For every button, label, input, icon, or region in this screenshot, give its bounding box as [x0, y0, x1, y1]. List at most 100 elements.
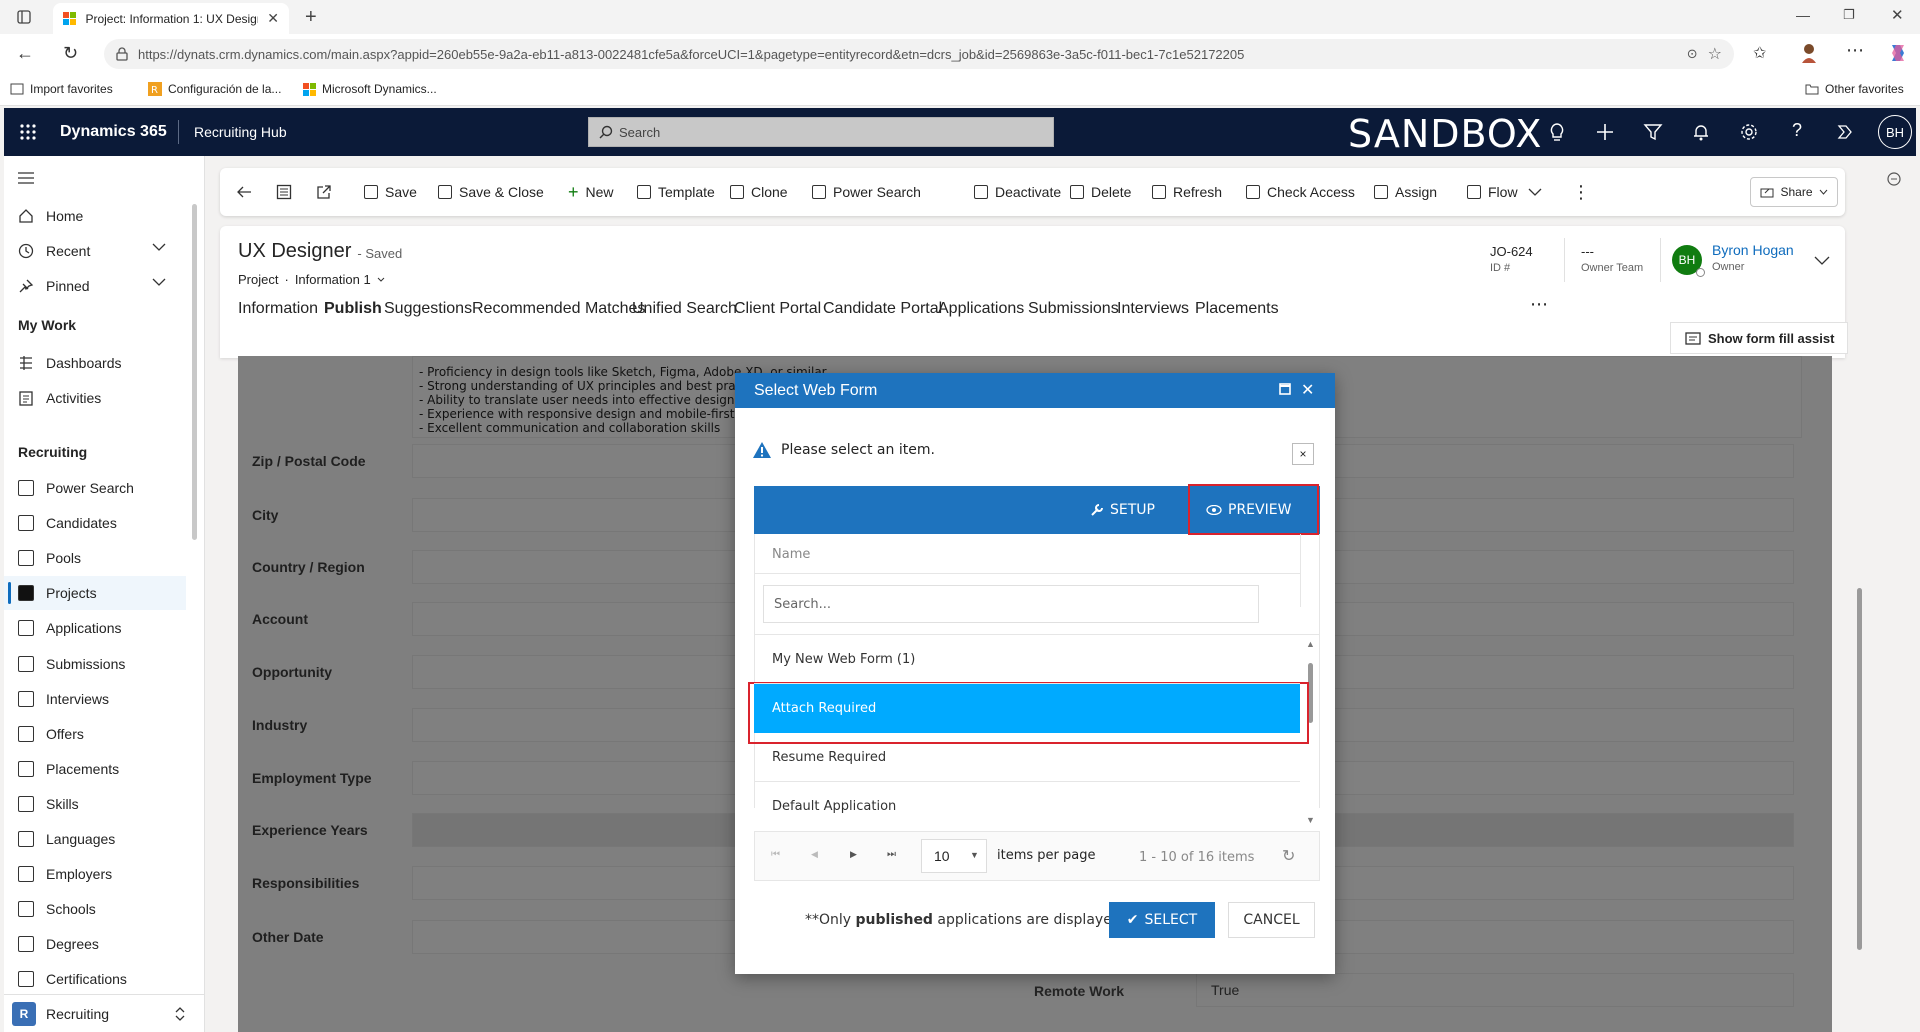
sidebar-item-skills[interactable]: Skills [4, 787, 186, 821]
favorites-icon[interactable]: ✩ [1753, 43, 1766, 63]
lightbulb-icon[interactable] [1545, 120, 1569, 144]
favorite-star-icon[interactable]: ☆ [1708, 44, 1722, 64]
next-page-icon[interactable]: ▶ [850, 849, 857, 860]
filter-icon[interactable] [1641, 120, 1665, 144]
help-icon[interactable]: ? [1785, 120, 1809, 144]
chevron-down-icon[interactable] [377, 277, 385, 283]
more-commands-icon[interactable]: ⋮ [1572, 168, 1590, 216]
tab-unified-search[interactable]: Unified Search [632, 300, 737, 318]
sidebar-item-offers[interactable]: Offers [4, 717, 186, 751]
url-box[interactable]: https://dynats.crm.dynamics.com/main.asp… [104, 39, 1734, 69]
fav-configuracion[interactable]: R Configuración de la... [148, 82, 281, 96]
share-button[interactable]: Share [1750, 177, 1838, 207]
app-name[interactable]: Dynamics 365 [60, 123, 167, 141]
sidebar-item-recent[interactable]: Recent [4, 234, 186, 268]
page-scrollbar[interactable] [1857, 588, 1862, 950]
more-tabs-icon[interactable]: ⋯ [1530, 294, 1548, 315]
chevron-down-icon[interactable] [152, 242, 166, 252]
open-new-window-button[interactable] [316, 168, 332, 216]
clone-button[interactable]: Clone [730, 168, 788, 216]
close-icon[interactable]: ✕ [1301, 380, 1314, 400]
new-button[interactable]: + New [568, 168, 614, 216]
new-tab-icon[interactable]: + [305, 6, 317, 29]
tab-recommended-matches[interactable]: Recommended Matches [472, 300, 645, 318]
sidebar-scrollbar[interactable] [192, 204, 197, 540]
deactivate-button[interactable]: Deactivate [974, 168, 1061, 216]
search-input[interactable]: Search... [763, 585, 1259, 623]
column-header-name[interactable]: Name [772, 547, 810, 562]
tab-actions-icon[interactable] [17, 10, 31, 24]
list-item[interactable]: My New Web Form (1) [754, 635, 1300, 684]
sidebar-item-degrees[interactable]: Degrees [4, 927, 186, 961]
sidebar-item-languages[interactable]: Languages [4, 822, 186, 856]
app-area[interactable]: Recruiting Hub [194, 124, 287, 140]
form-name[interactable]: Information 1 [295, 272, 371, 287]
tab-client-portal[interactable]: Client Portal [734, 300, 821, 318]
app-launcher-icon[interactable] [19, 123, 37, 141]
sidebar-item-projects[interactable]: Projects [4, 576, 186, 611]
area-switcher[interactable]: R Recruiting [4, 994, 204, 1032]
refresh-button[interactable]: Refresh [1152, 168, 1222, 216]
remote-work-value[interactable]: True [1196, 973, 1794, 1007]
hamburger-icon[interactable] [18, 172, 34, 184]
other-favorites[interactable]: Other favorites [1805, 82, 1904, 96]
sidebar-item-certifications[interactable]: Certifications [4, 962, 186, 996]
fav-import[interactable]: Import favorites [10, 82, 113, 96]
first-page-icon[interactable]: ⏮ [771, 849, 780, 860]
sidebar-item-applications[interactable]: Applications [4, 611, 186, 645]
sidebar-item-candidates[interactable]: Candidates [4, 506, 186, 540]
sidebar-item-dashboards[interactable]: Dashboards [4, 346, 186, 380]
check-access-button[interactable]: Check Access [1246, 168, 1355, 216]
list-item[interactable]: Default Application [754, 783, 1300, 832]
back-button[interactable] [236, 168, 252, 216]
global-search[interactable]: Search [588, 117, 1054, 147]
copilot-header-icon[interactable] [1833, 120, 1857, 144]
last-page-icon[interactable]: ⏭ [887, 849, 896, 860]
tab-applications[interactable]: Applications [938, 300, 1024, 318]
bell-icon[interactable] [1689, 120, 1713, 144]
setup-button[interactable]: SETUP [1090, 486, 1155, 534]
minimize-icon[interactable]: — [1796, 7, 1810, 23]
side-pane-icon[interactable] [1886, 171, 1902, 187]
cancel-button[interactable]: CANCEL [1228, 902, 1315, 938]
dismiss-alert-button[interactable]: × [1292, 443, 1314, 465]
close-window-icon[interactable]: ✕ [1891, 6, 1904, 24]
flow-button[interactable]: Flow [1467, 168, 1518, 216]
tab-submissions[interactable]: Submissions [1028, 300, 1119, 318]
sidebar-item-interviews[interactable]: Interviews [4, 682, 186, 716]
power-search-button[interactable]: Power Search [812, 168, 921, 216]
plus-icon[interactable] [1593, 120, 1617, 144]
show-form-fill-assist-button[interactable]: Show form fill assist [1670, 322, 1848, 354]
save-button[interactable]: Save [364, 168, 417, 216]
header-expand-chevron[interactable] [1814, 256, 1830, 266]
user-avatar[interactable]: BH [1878, 115, 1912, 149]
sidebar-item-pinned[interactable]: Pinned [4, 269, 186, 303]
profile-avatar[interactable] [1800, 42, 1818, 64]
tab-suggestions[interactable]: Suggestions [384, 300, 472, 318]
form-selector-button[interactable] [276, 168, 292, 216]
browser-tab[interactable]: Project: Information 1: UX Design ✕ [53, 3, 289, 34]
reader-icon[interactable]: ⊙ [1687, 46, 1698, 62]
save-close-button[interactable]: Save & Close [438, 168, 544, 216]
delete-button[interactable]: Delete [1070, 168, 1131, 216]
prev-page-icon[interactable]: ◀ [811, 849, 818, 860]
flow-chevron[interactable] [1528, 168, 1542, 216]
page-size-select[interactable]: 10 ▼ [921, 839, 987, 873]
sidebar-item-schools[interactable]: Schools [4, 892, 186, 926]
sidebar-item-submissions[interactable]: Submissions [4, 647, 186, 681]
tab-publish[interactable]: Publish [324, 300, 382, 318]
template-button[interactable]: Template [637, 168, 715, 216]
sidebar-item-placements[interactable]: Placements [4, 752, 186, 786]
reload-icon[interactable]: ↻ [63, 43, 78, 64]
list-item[interactable]: Attach Required [754, 684, 1300, 734]
tab-interviews[interactable]: Interviews [1117, 300, 1189, 318]
tab-placements[interactable]: Placements [1195, 300, 1279, 318]
refresh-icon[interactable]: ↻ [1282, 846, 1295, 866]
chevron-down-icon[interactable] [152, 277, 166, 287]
owner-name[interactable]: Byron Hogan [1712, 242, 1794, 258]
more-icon[interactable]: ⋯ [1846, 40, 1864, 61]
gear-icon[interactable] [1737, 120, 1761, 144]
copilot-icon[interactable] [1888, 43, 1908, 63]
sidebar-item-pools[interactable]: Pools [4, 541, 186, 575]
sidebar-item-activities[interactable]: Activities [4, 381, 186, 415]
